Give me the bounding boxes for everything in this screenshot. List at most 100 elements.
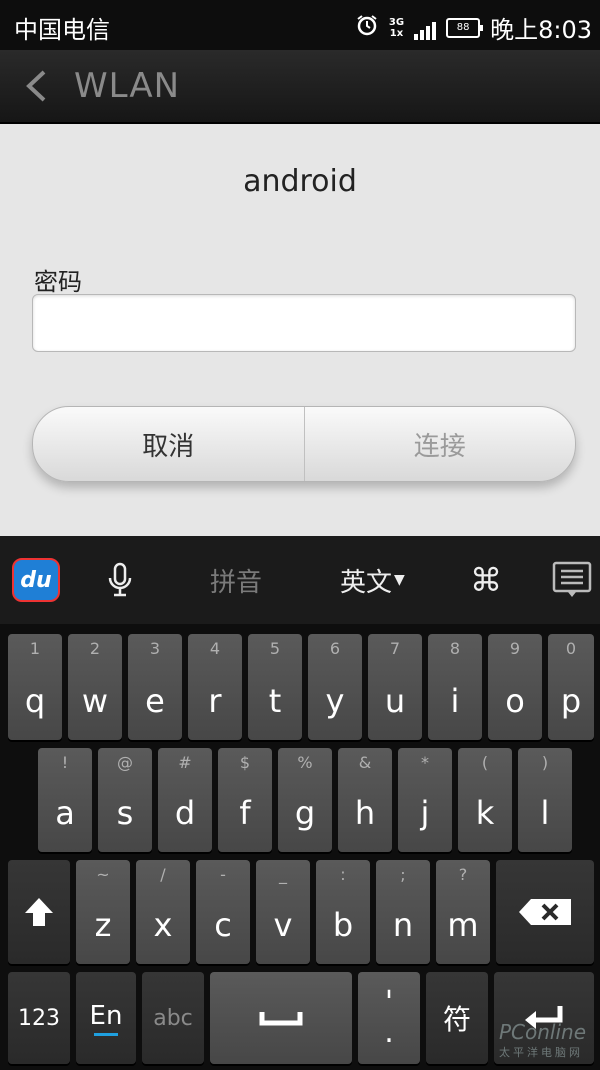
key-main: g (294, 794, 316, 832)
key-main: d (174, 794, 196, 832)
network-ssid: android (243, 164, 357, 199)
key-g[interactable]: % g (278, 748, 332, 852)
key-t[interactable]: 5t (248, 634, 302, 740)
key-e[interactable]: 3e (128, 634, 182, 740)
key-f[interactable]: $ f (218, 748, 272, 852)
network-3g: 3G (388, 16, 405, 28)
key-v[interactable]: _ v (256, 860, 310, 964)
key-m[interactable]: ? m (436, 860, 490, 964)
key-sub: - (220, 865, 226, 884)
key-h[interactable]: & h (338, 748, 392, 852)
key-main: b (332, 906, 354, 944)
backspace-key[interactable] (496, 860, 594, 964)
numbers-key-label: 123 (18, 1005, 60, 1031)
key-d[interactable]: # d (158, 748, 212, 852)
key-sub: ) (541, 753, 549, 772)
key-sub: 4 (209, 639, 221, 658)
connect-button[interactable]: 连接 (305, 407, 576, 481)
key-p[interactable]: 0p (548, 634, 594, 740)
key-y[interactable]: 6y (308, 634, 362, 740)
english-key[interactable]: En (76, 972, 136, 1064)
punct-top: ' (384, 985, 394, 1020)
key-sub: : (340, 865, 346, 884)
clock: 晚上8:03 (490, 16, 592, 44)
key-main: z (94, 906, 112, 944)
key-main: s (116, 794, 134, 832)
du-logo-icon[interactable]: du (12, 558, 60, 602)
command-icon[interactable]: ⌘ (470, 558, 502, 602)
space-key[interactable] (210, 972, 352, 1064)
abc-key[interactable]: abc (142, 972, 204, 1064)
pinyin-mode-button[interactable]: 拼音 (210, 558, 262, 602)
status-right: 3G 1x 88 晚上8:03 (355, 10, 592, 45)
shift-key[interactable] (8, 860, 70, 964)
key-sub: ~ (96, 865, 110, 884)
key-u[interactable]: 7u (368, 634, 422, 740)
key-sub: 1 (29, 639, 41, 658)
key-main: e (145, 682, 165, 720)
symbol-key[interactable]: 符 (426, 972, 488, 1064)
status-bar: 中国电信 3G 1x 88 晚上8:03 (0, 0, 600, 50)
key-sub: _ (279, 865, 287, 884)
key-sub: 2 (89, 639, 101, 658)
key-z[interactable]: ~ z (76, 860, 130, 964)
english-key-label: En (89, 1000, 123, 1031)
dialog-buttons: 取消 连接 (32, 406, 576, 482)
watermark: PConline 太平洋电脑网 (499, 1020, 586, 1060)
key-main: v (273, 906, 293, 944)
wifi-password-dialog: android 密码 取消 连接 (0, 124, 600, 536)
key-l[interactable]: ) l (518, 748, 572, 852)
key-sub: 5 (269, 639, 281, 658)
key-w[interactable]: 2w (68, 634, 122, 740)
signal-icon (414, 16, 437, 40)
cancel-button[interactable]: 取消 (33, 407, 305, 481)
punctuation-key[interactable]: ' . (358, 972, 420, 1064)
password-input[interactable] (32, 294, 576, 352)
key-b[interactable]: :b (316, 860, 370, 964)
key-main: r (208, 682, 222, 720)
keyboard: 1q 2w 3e 4r 5t 6y 7u 8i 9o 0p ! a @ s # d $… (0, 624, 600, 1070)
ime-toolbar: du 拼音 英文 ▼ ⌘ (0, 536, 600, 626)
english-key-content: En (76, 972, 136, 1064)
key-k[interactable]: (k (458, 748, 512, 852)
network-1x: 1x (389, 27, 404, 39)
key-sub: 0 (565, 639, 577, 658)
key-main: o (505, 682, 525, 720)
language-selector[interactable]: 英文 ▼ (340, 558, 405, 602)
key-i[interactable]: 8i (428, 634, 482, 740)
key-q[interactable]: 1q (8, 634, 62, 740)
key-x[interactable]: / x (136, 860, 190, 964)
key-a[interactable]: ! a (38, 748, 92, 852)
key-sub: % (297, 753, 313, 772)
key-main: i (450, 682, 460, 720)
key-n[interactable]: ; n (376, 860, 430, 964)
key-main: j (420, 794, 430, 832)
key-sub: ; (400, 865, 406, 884)
alarm-icon (355, 13, 379, 43)
key-main: l (540, 794, 550, 832)
key-r[interactable]: 4r (188, 634, 242, 740)
page-title: WLAN (74, 66, 181, 106)
key-main: t (268, 682, 282, 720)
key-sub: 7 (389, 639, 401, 658)
key-sub: @ (117, 753, 133, 772)
key-o[interactable]: 9o (488, 634, 542, 740)
active-indicator (94, 1032, 118, 1036)
key-s[interactable]: @ s (98, 748, 152, 852)
key-main: y (325, 682, 345, 720)
carrier-name: 中国电信 (14, 16, 110, 44)
numbers-key[interactable]: 123 (8, 972, 70, 1064)
language-label: 英文 (340, 567, 393, 598)
key-main: n (392, 906, 414, 944)
key-c[interactable]: -c (196, 860, 250, 964)
key-main: m (447, 906, 479, 944)
symbol-key-label: 符 (442, 1003, 471, 1036)
keyboard-hide-icon[interactable] (552, 558, 592, 602)
key-main: w (81, 682, 109, 720)
microphone-icon[interactable] (106, 558, 134, 602)
back-icon[interactable] (24, 70, 48, 102)
key-sub: 9 (509, 639, 521, 658)
key-sub: ! (61, 753, 69, 772)
key-j[interactable]: * j (398, 748, 452, 852)
key-sub: ( (481, 753, 489, 772)
